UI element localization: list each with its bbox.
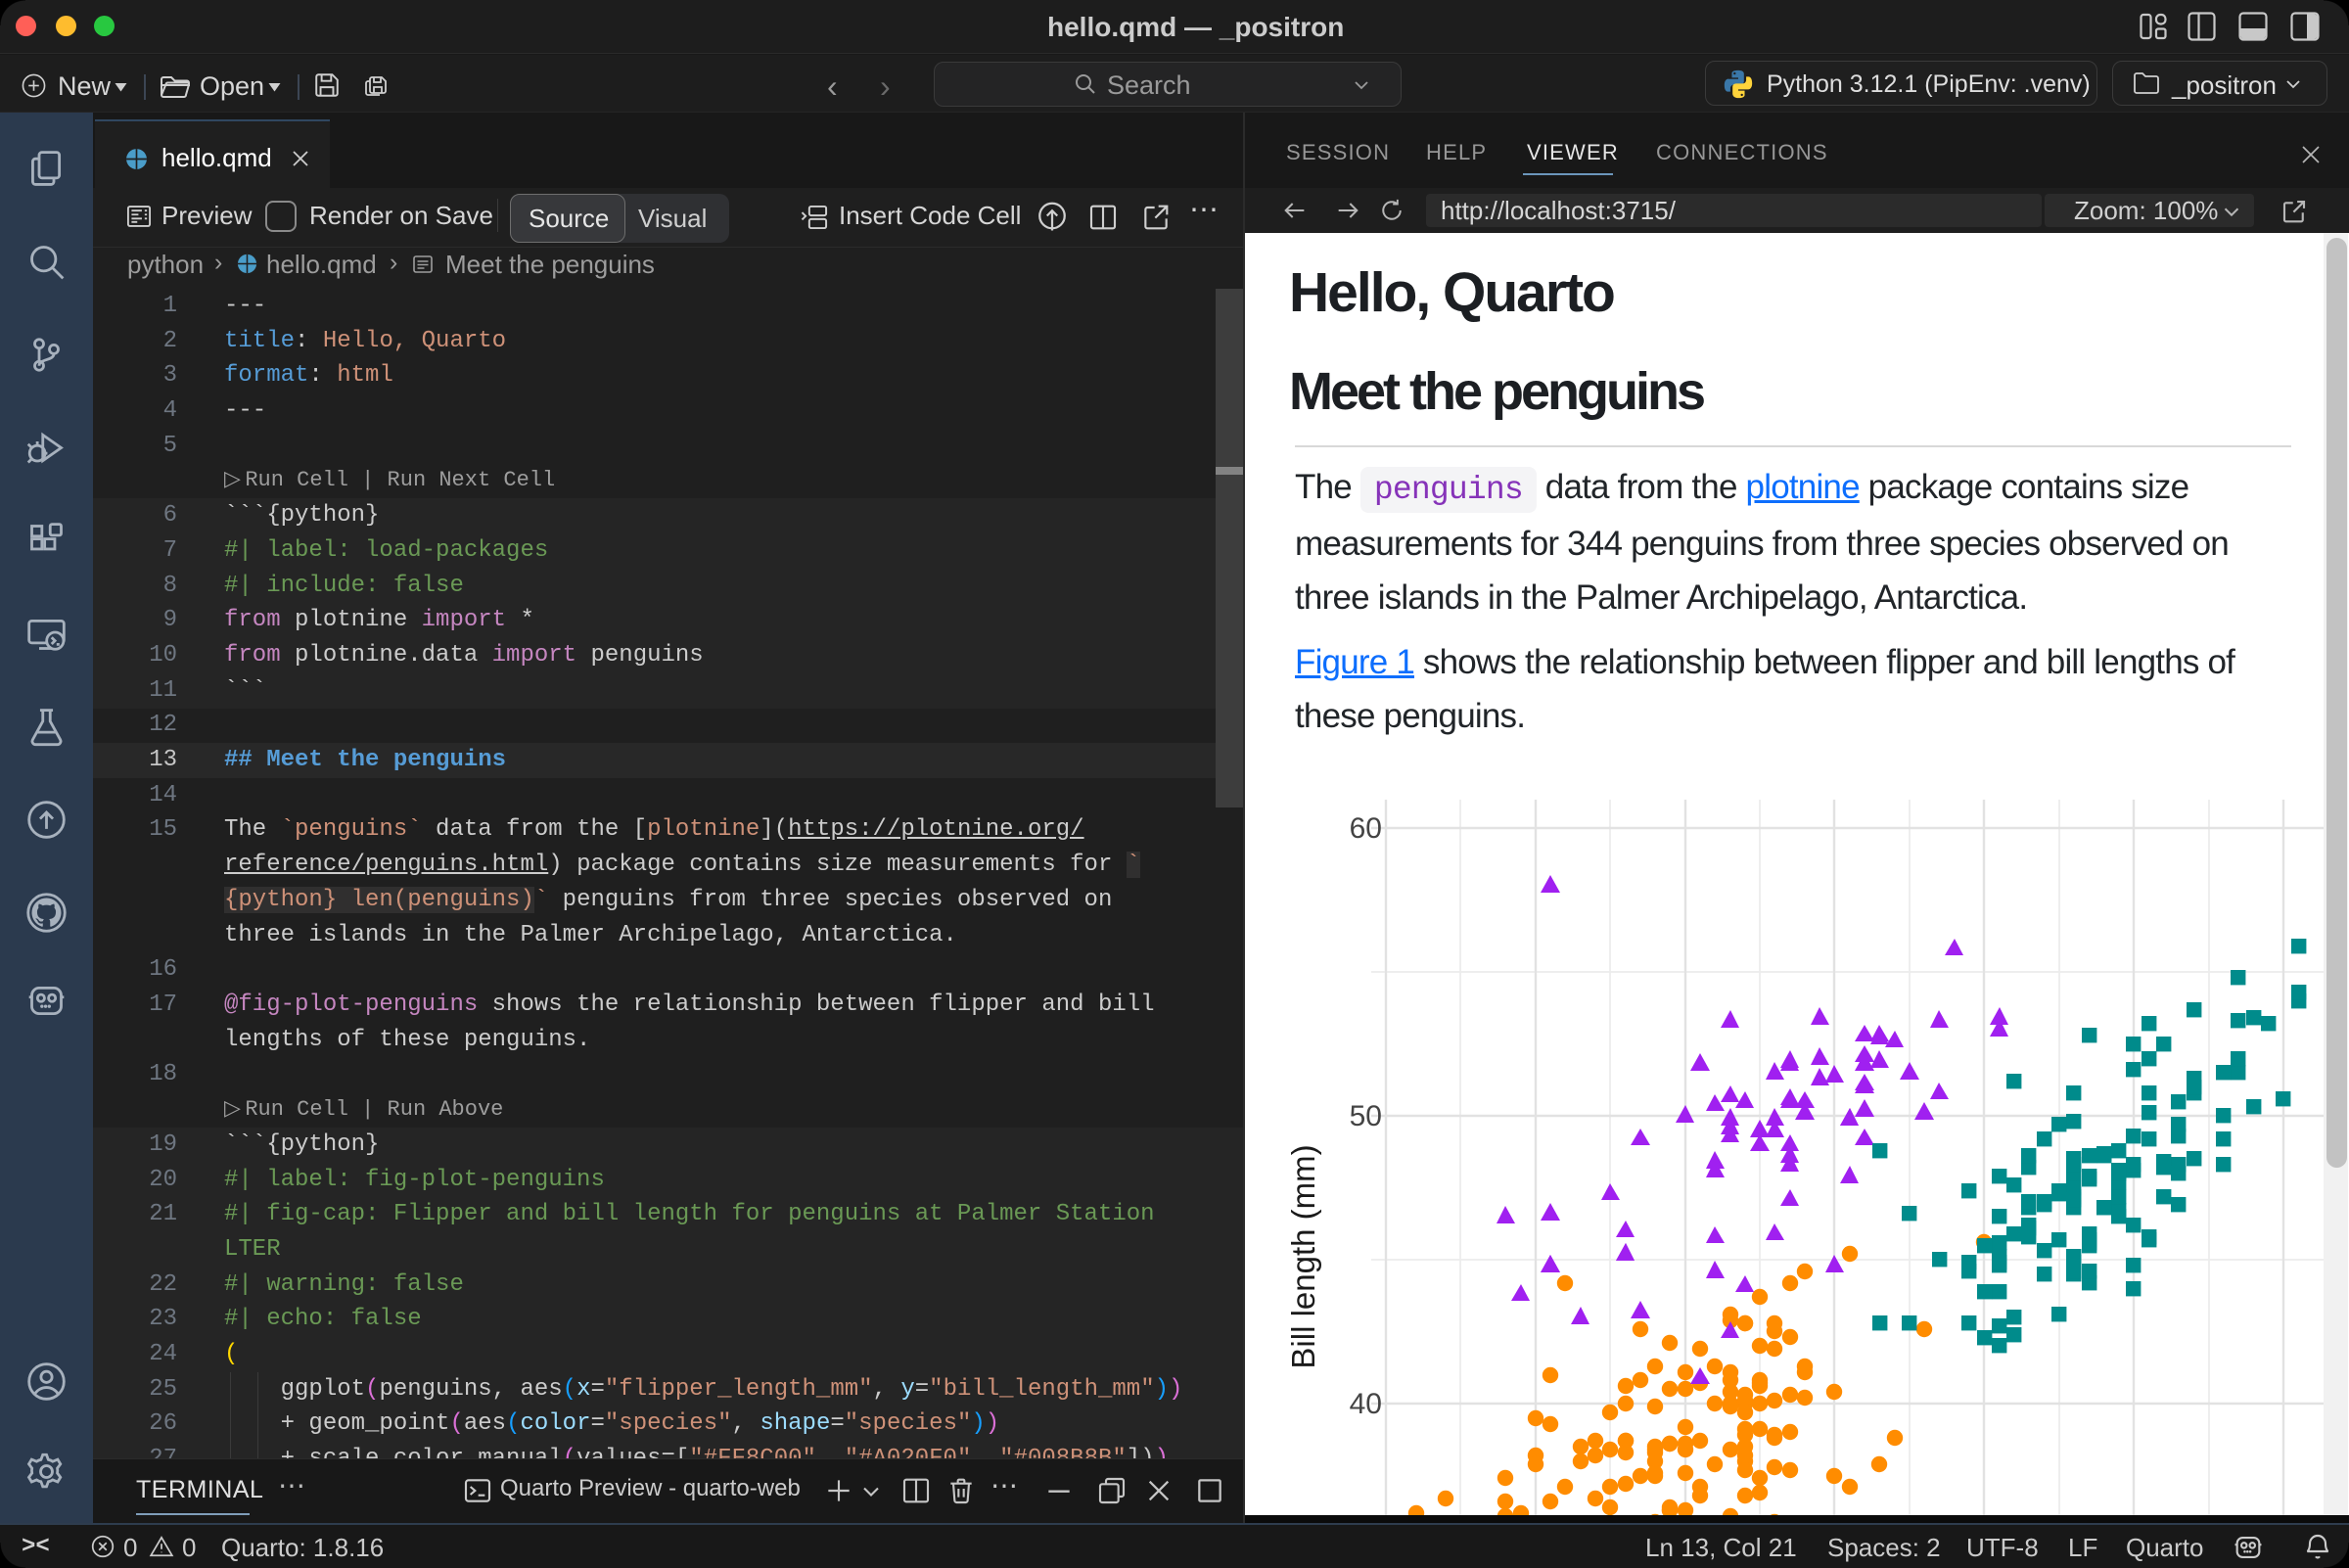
svg-text:60: 60 xyxy=(1350,812,1382,845)
svg-text:Bill length (mm): Bill length (mm) xyxy=(1285,1144,1321,1368)
svg-text:40: 40 xyxy=(1350,1388,1382,1420)
svg-text:50: 50 xyxy=(1350,1100,1382,1132)
